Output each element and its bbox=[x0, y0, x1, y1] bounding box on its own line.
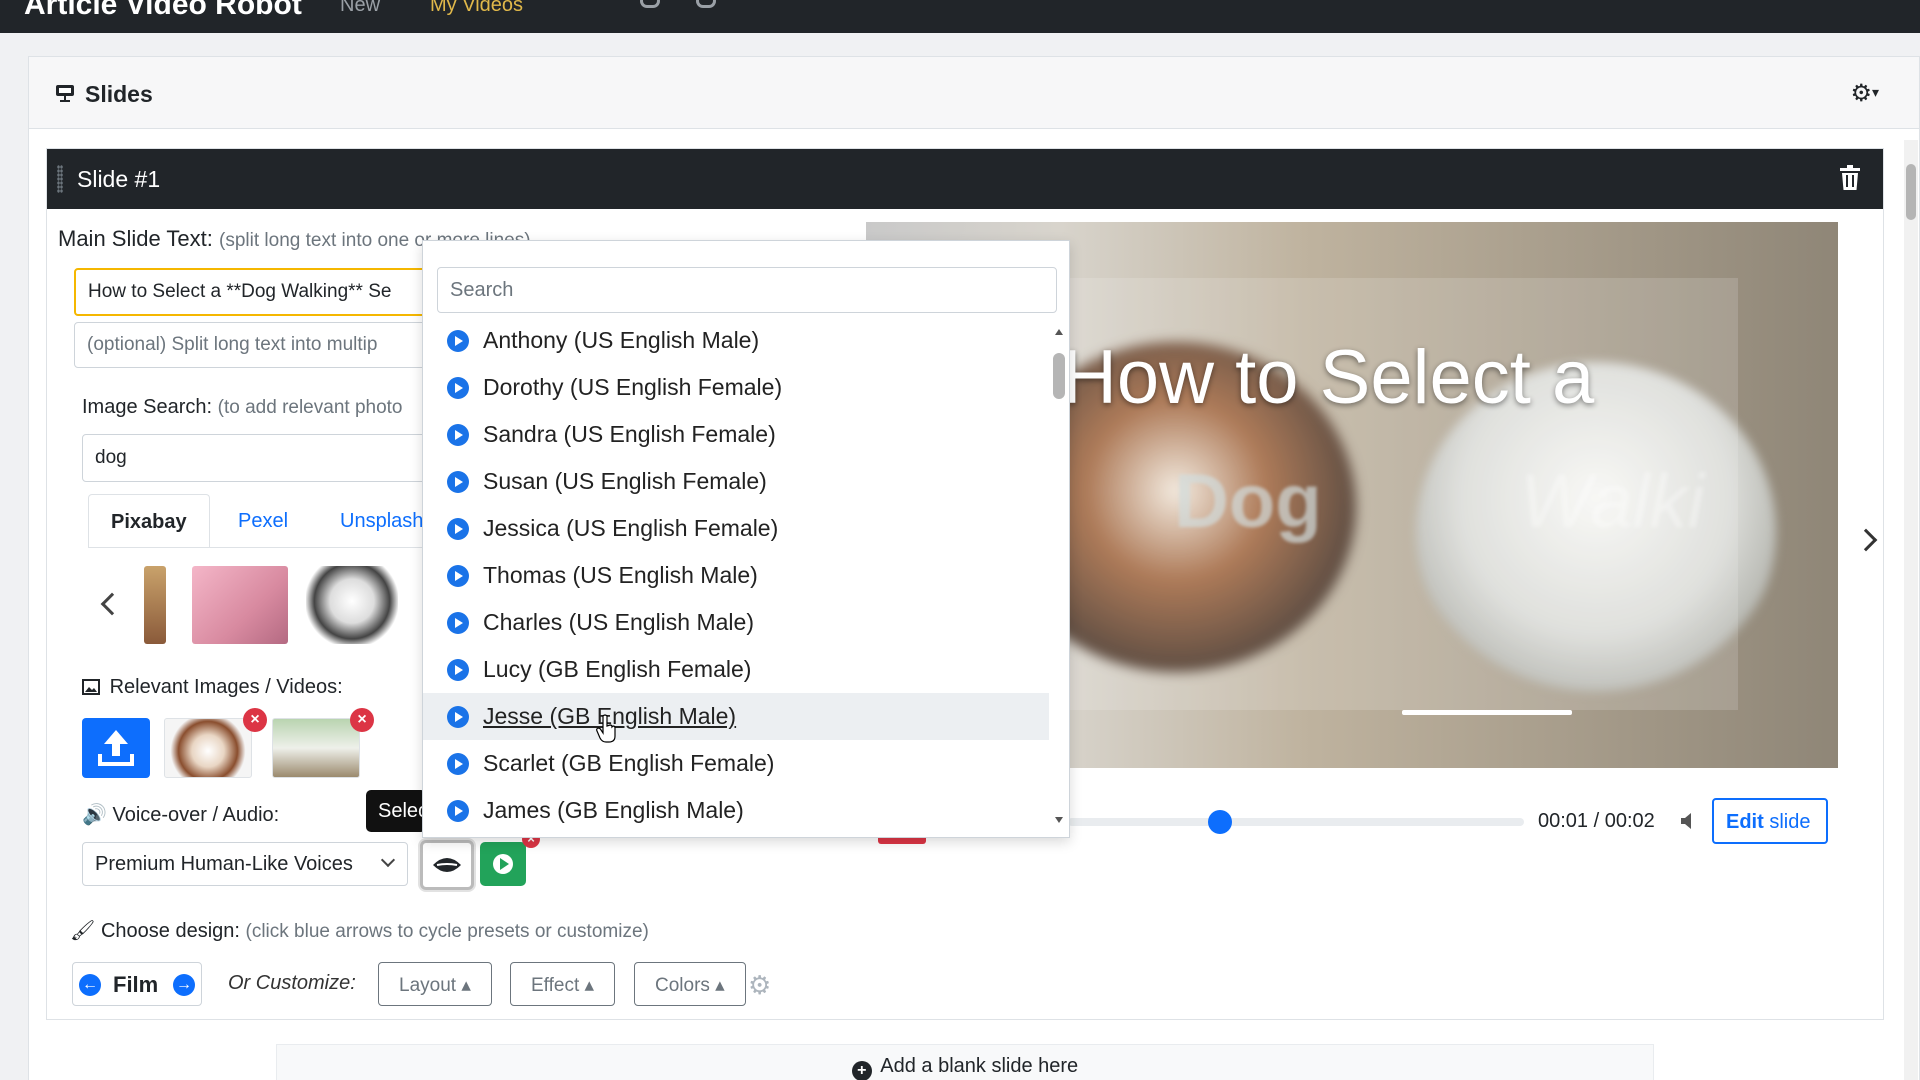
hand-cursor-icon bbox=[596, 714, 616, 743]
play-circle-icon[interactable] bbox=[447, 658, 469, 681]
upload-icon bbox=[98, 730, 134, 766]
slides-title: Slides bbox=[85, 81, 153, 107]
voice-option[interactable]: Dorothy (US English Female) bbox=[423, 364, 1049, 411]
help-icon[interactable] bbox=[640, 0, 660, 8]
voice-option-hovered[interactable]: Jesse (GB English Male) bbox=[423, 693, 1049, 740]
layout-dropdown-button[interactable]: Layout ▴ bbox=[378, 962, 492, 1006]
optional-text-input[interactable]: (optional) Split long text into multip bbox=[74, 322, 434, 368]
upload-button[interactable] bbox=[82, 718, 150, 778]
image-results-carousel bbox=[88, 560, 428, 656]
page-scrollbar[interactable] bbox=[1904, 140, 1918, 1080]
nav-my-videos[interactable]: My Videos bbox=[430, 0, 523, 17]
preview-heading-line2: Dog bbox=[1174, 459, 1322, 544]
voice-option[interactable]: James (GB English Male) bbox=[423, 787, 1049, 829]
plus-circle-icon: + bbox=[851, 1061, 872, 1080]
play-circle-icon[interactable] bbox=[447, 611, 469, 634]
nav-new[interactable]: New bbox=[340, 0, 380, 17]
play-circle-icon[interactable] bbox=[447, 423, 469, 446]
choose-design-label: 🖌 Choose design: (click blue arrows to c… bbox=[70, 920, 649, 942]
playback-time: 00:01 / 00:02 bbox=[1538, 810, 1655, 832]
play-icon bbox=[493, 854, 513, 874]
play-circle-icon[interactable] bbox=[447, 799, 469, 822]
design-preset-name: Film bbox=[113, 972, 159, 997]
chevron-down-icon bbox=[380, 852, 396, 868]
colors-dropdown-button[interactable]: Colors ▴ bbox=[634, 962, 746, 1006]
voice-option[interactable]: Susan (US English Female) bbox=[423, 458, 1049, 505]
gear-icon[interactable]: ⚙ bbox=[748, 970, 771, 1001]
play-circle-icon[interactable] bbox=[447, 752, 469, 775]
remove-icon[interactable]: × bbox=[350, 708, 374, 732]
arrow-right-icon[interactable]: → bbox=[173, 974, 195, 996]
app-brand[interactable]: Article Video Robot bbox=[24, 0, 302, 22]
tab-pixabay[interactable]: Pixabay bbox=[88, 494, 210, 548]
choose-design-hint: (click blue arrows to cycle presets or c… bbox=[245, 921, 649, 942]
play-circle-icon[interactable] bbox=[447, 376, 469, 399]
voice-option[interactable]: Sandra (US English Female) bbox=[423, 411, 1049, 458]
edit-slide-button[interactable]: Edit slide bbox=[1712, 798, 1828, 844]
preview-heading-line1: How to Select a bbox=[1062, 335, 1595, 420]
chevron-left-icon[interactable] bbox=[100, 592, 124, 616]
result-thumbnail[interactable] bbox=[306, 566, 398, 644]
image-search-input[interactable]: dog bbox=[82, 434, 434, 482]
tab-divider bbox=[88, 547, 428, 548]
arrow-left-icon[interactable]: ← bbox=[79, 974, 101, 996]
customize-label: Or Customize: bbox=[228, 972, 356, 994]
voice-audio-label: 🔊 Voice-over / Audio: bbox=[82, 804, 280, 826]
voice-option[interactable]: Lucy (GB English Female) bbox=[423, 646, 1049, 693]
voice-picker-button[interactable] bbox=[420, 840, 474, 890]
play-voice-button[interactable] bbox=[480, 842, 526, 886]
voice-type-select[interactable]: Premium Human-Like Voices bbox=[82, 842, 408, 886]
result-thumbnail[interactable] bbox=[144, 566, 166, 644]
voice-option[interactable]: Jessica (US English Female) bbox=[423, 505, 1049, 552]
speaker-icon: 🔊 bbox=[82, 804, 107, 826]
voice-search-input[interactable]: Search bbox=[437, 267, 1057, 313]
play-circle-icon[interactable] bbox=[447, 470, 469, 493]
result-thumbnail[interactable] bbox=[192, 566, 288, 644]
play-circle-icon[interactable] bbox=[447, 517, 469, 540]
volume-icon[interactable] bbox=[1680, 812, 1694, 830]
relevant-media-thumbnail[interactable] bbox=[164, 718, 252, 778]
play-circle-icon[interactable] bbox=[447, 564, 469, 587]
drag-handle-icon[interactable] bbox=[57, 165, 63, 193]
playback-slider-thumb[interactable] bbox=[1208, 810, 1232, 834]
dropdown-scrollbar[interactable] bbox=[1049, 329, 1069, 829]
remove-icon[interactable]: × bbox=[243, 708, 267, 732]
preview-progress-bar bbox=[1402, 710, 1572, 715]
relevant-media-label: Relevant Images / Videos: bbox=[82, 676, 343, 699]
main-text-input[interactable]: How to Select a **Dog Walking** Se bbox=[74, 268, 434, 316]
play-circle-icon[interactable] bbox=[447, 705, 469, 728]
slide-title: Slide #1 bbox=[77, 166, 161, 192]
lips-icon bbox=[433, 858, 461, 872]
trash-icon[interactable] bbox=[1839, 165, 1861, 191]
preview-heading-line3: Walki bbox=[1520, 459, 1705, 544]
voice-option[interactable]: Thomas (US English Male) bbox=[423, 552, 1049, 599]
effect-dropdown-button[interactable]: Effect ▴ bbox=[510, 962, 616, 1006]
image-icon bbox=[82, 679, 100, 695]
voice-dropdown: Search Anthony (US English Male) Dorothy… bbox=[422, 240, 1070, 838]
top-navbar: Article Video Robot New My Videos bbox=[0, 0, 1920, 33]
design-preset-control: ← Film → bbox=[72, 962, 202, 1006]
play-circle-icon[interactable] bbox=[447, 329, 469, 352]
tab-pexel[interactable]: Pexel bbox=[216, 494, 310, 548]
add-blank-slide-button[interactable]: + Add a blank slide here bbox=[276, 1044, 1654, 1080]
scroll-up-icon[interactable] bbox=[1055, 329, 1063, 335]
scroll-down-icon[interactable] bbox=[1055, 817, 1063, 823]
voice-option[interactable]: Charles (US English Male) bbox=[423, 599, 1049, 646]
voice-options-list: Anthony (US English Male) Dorothy (US En… bbox=[423, 317, 1049, 829]
voice-option[interactable]: Anthony (US English Male) bbox=[423, 317, 1049, 364]
scrollbar-thumb[interactable] bbox=[1053, 353, 1065, 399]
relevant-media-thumbnail[interactable] bbox=[272, 718, 360, 778]
paintbrush-icon: 🖌 bbox=[70, 920, 96, 942]
voice-option[interactable]: Scarlet (GB English Female) bbox=[423, 740, 1049, 787]
image-search-hint: (to add relevant photo bbox=[217, 397, 403, 418]
gear-icon[interactable]: ⚙▾ bbox=[1850, 79, 1879, 108]
user-icon[interactable] bbox=[696, 0, 716, 8]
tooltip: Selec bbox=[366, 790, 426, 832]
slide-header: Slide #1 bbox=[47, 149, 1883, 209]
image-search-label: Image Search: (to add relevant photo bbox=[82, 396, 403, 418]
slides-card-header: Slides ⚙▾ bbox=[29, 57, 1919, 129]
slides-icon bbox=[56, 85, 74, 102]
playback-slider[interactable] bbox=[1068, 818, 1524, 826]
